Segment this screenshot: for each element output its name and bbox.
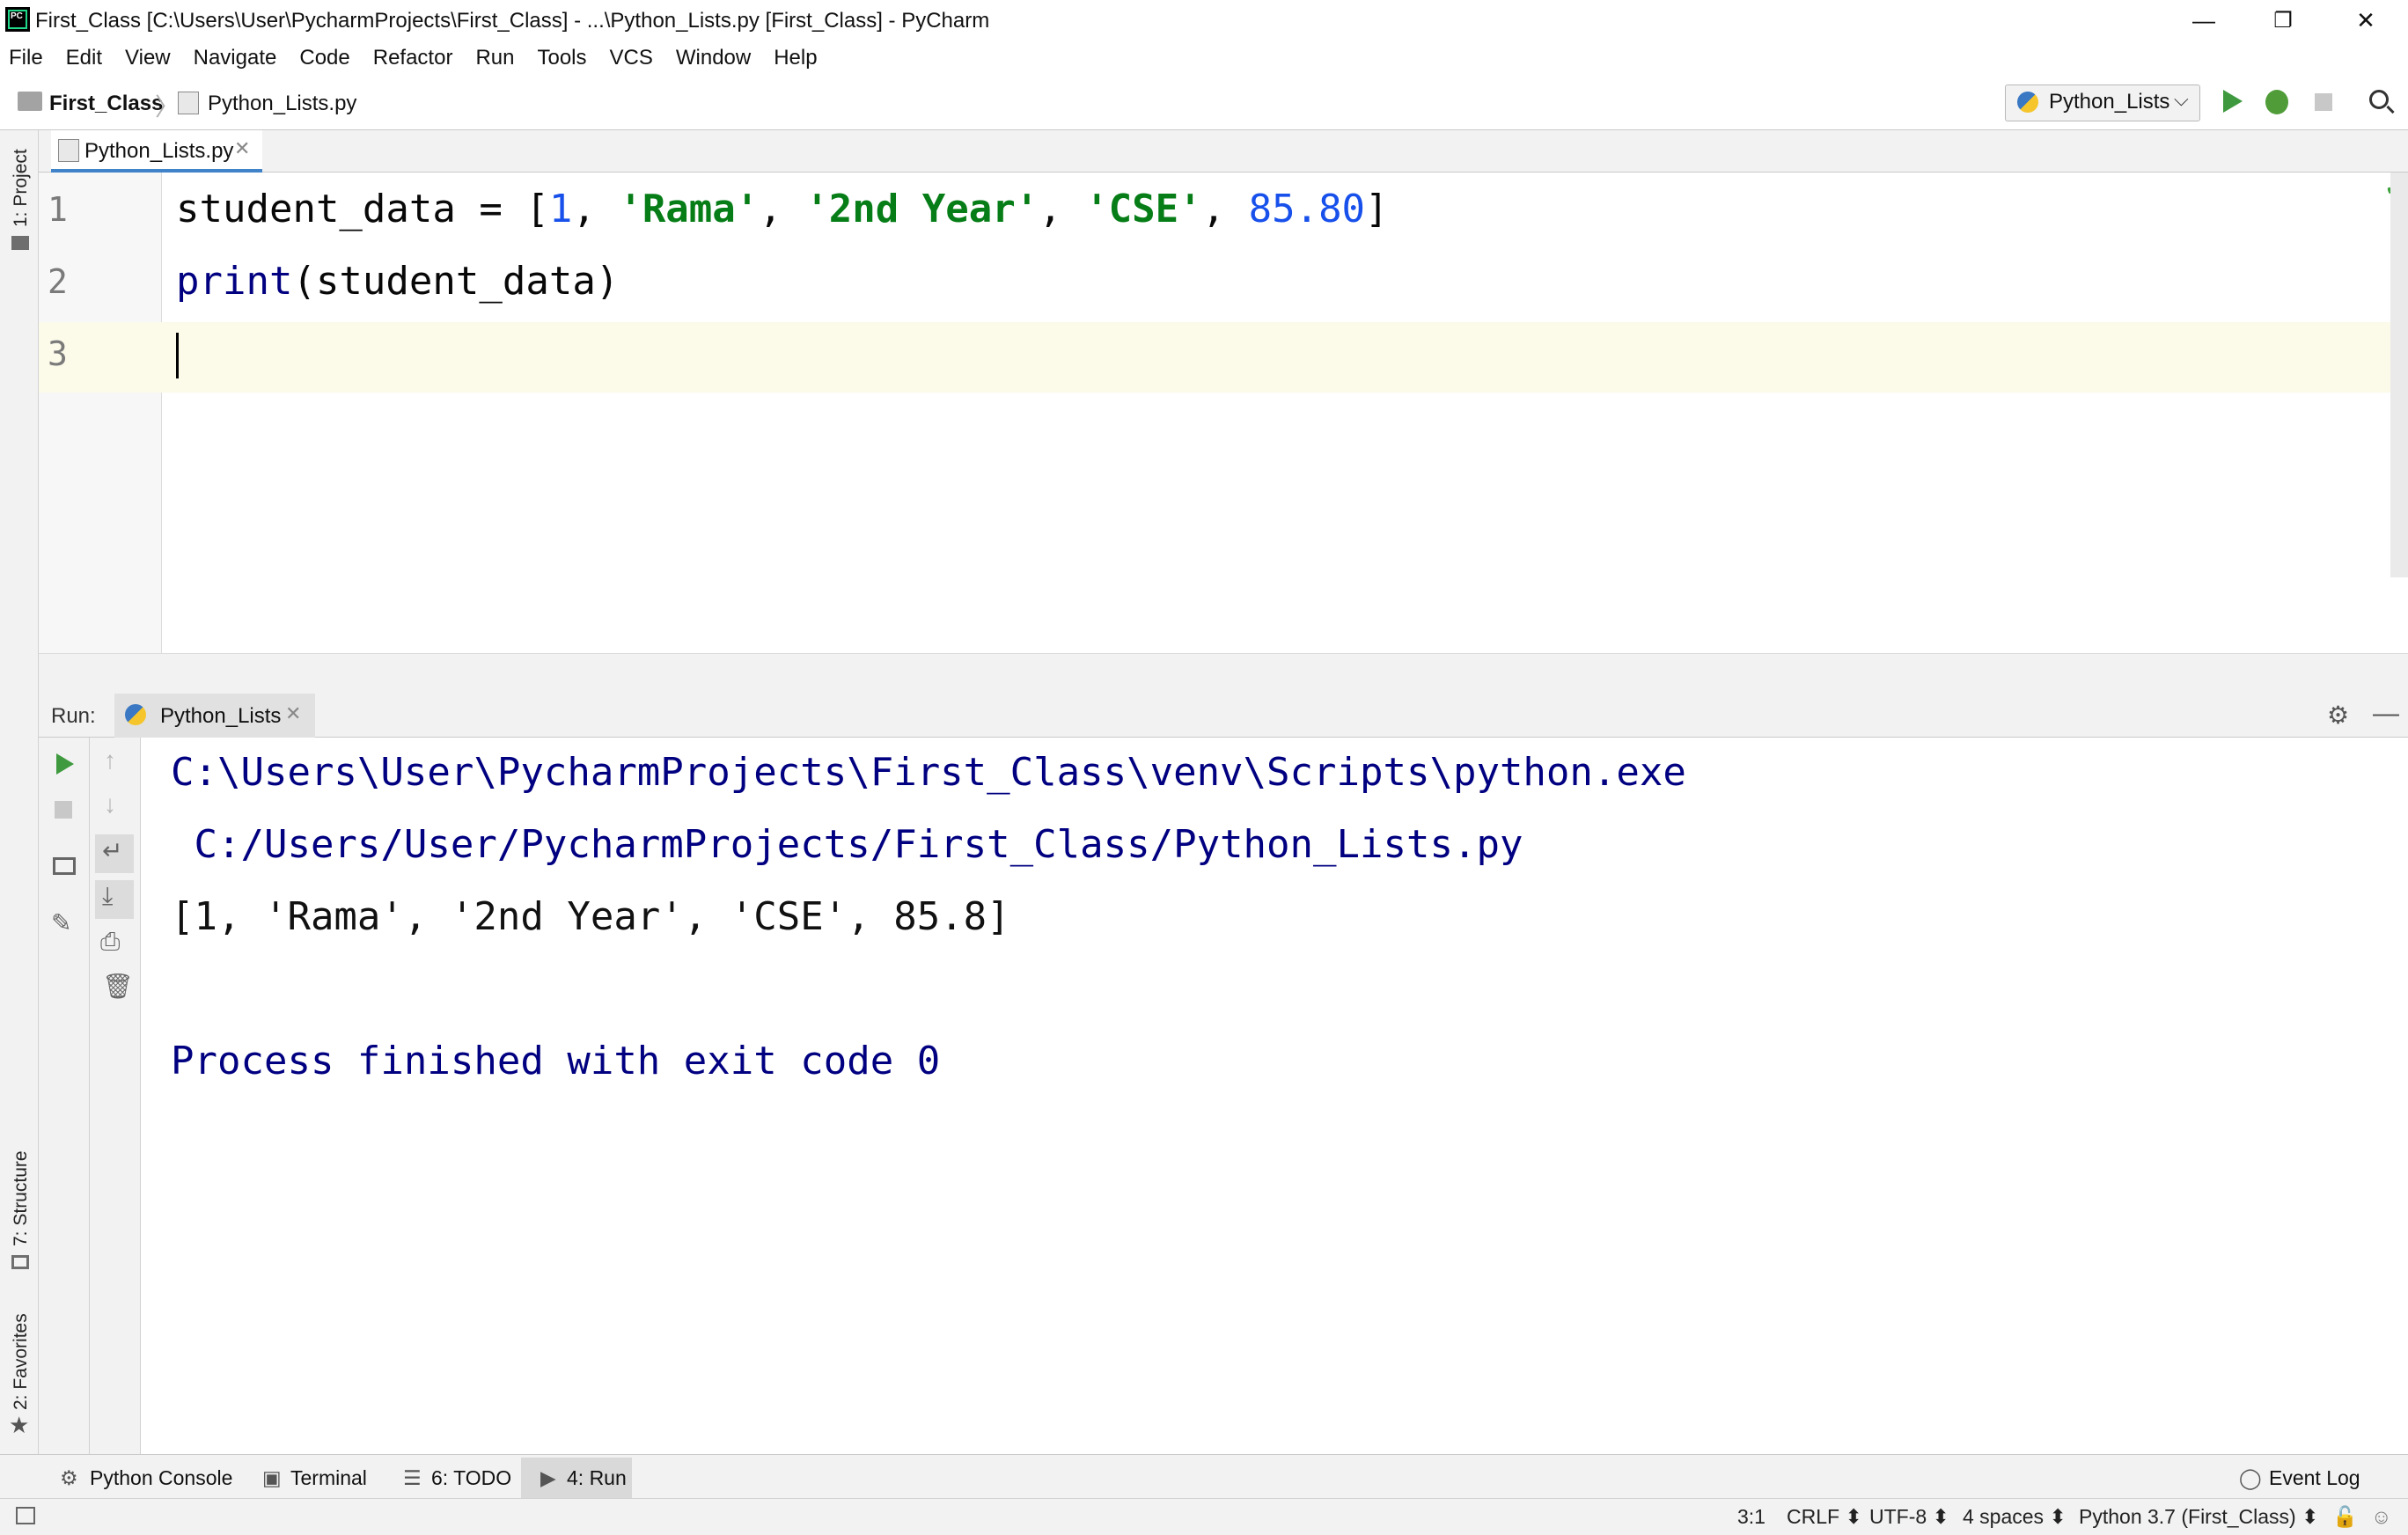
menu-bar: File Edit View Navigate Code Refactor Ru… xyxy=(0,40,2408,76)
scroll-to-end-toggle[interactable] xyxy=(95,880,134,919)
line-number-gutter xyxy=(39,173,162,653)
favorites-tool-button[interactable]: 2: Favorites xyxy=(11,1313,32,1410)
minimize-button[interactable]: — xyxy=(2162,0,2246,40)
structure-tool-button[interactable]: 7: Structure xyxy=(11,1150,32,1246)
terminal-icon: ▣ xyxy=(262,1466,282,1489)
run-icon[interactable] xyxy=(2223,90,2243,113)
pycharm-logo-icon: PC xyxy=(5,7,30,32)
menu-navigate[interactable]: Navigate xyxy=(194,46,277,70)
star-icon: ★ xyxy=(9,1412,30,1438)
toggle-tool-windows-icon[interactable] xyxy=(16,1507,35,1524)
todo-icon: ☰ xyxy=(403,1466,422,1489)
run-tab-label: Python_Lists xyxy=(160,704,282,728)
menu-refactor[interactable]: Refactor xyxy=(373,46,453,70)
run-tool-icon: ▶ xyxy=(540,1466,556,1489)
line-number: 1 xyxy=(48,190,68,229)
current-line-highlight xyxy=(39,322,2390,393)
event-log-icon: ◯ xyxy=(2239,1466,2262,1489)
caret-position[interactable]: 3:1 xyxy=(1737,1505,1766,1529)
soft-wrap-icon: ↵ xyxy=(102,837,123,864)
debug-icon[interactable] xyxy=(2265,90,2288,114)
terminal-button[interactable]: Terminal xyxy=(290,1466,367,1490)
text-caret xyxy=(176,333,179,378)
chevron-down-icon: ⌵ xyxy=(2174,88,2189,110)
breadcrumb-separator: 〉 xyxy=(155,93,180,121)
indentation[interactable]: 4 spaces ⬍ xyxy=(1963,1505,2067,1529)
minimize-panel-icon[interactable]: — xyxy=(2373,699,2399,729)
menu-code[interactable]: Code xyxy=(299,46,349,70)
python-icon xyxy=(125,704,146,725)
menu-help[interactable]: Help xyxy=(774,46,817,70)
code-line-2: print(student_data) xyxy=(176,259,620,304)
arrow-up-icon[interactable]: ↑ xyxy=(104,746,116,775)
console-line: C:\Users\User\PycharmProjects\First_Clas… xyxy=(171,750,1686,795)
trash-icon[interactable]: 🗑 xyxy=(102,972,134,1001)
python-icon xyxy=(2017,92,2038,113)
menu-edit[interactable]: Edit xyxy=(66,46,102,70)
python-console-button[interactable]: Python Console xyxy=(90,1466,232,1490)
python-file-icon xyxy=(58,139,79,162)
python-file-icon xyxy=(178,92,199,114)
stop-icon[interactable] xyxy=(55,801,72,819)
search-icon[interactable] xyxy=(2369,90,2389,109)
scroll-to-end-icon: ⤓ xyxy=(102,882,114,909)
run-panel-label: Run: xyxy=(51,704,96,728)
code-editor[interactable] xyxy=(162,173,2408,653)
menu-view[interactable]: View xyxy=(125,46,171,70)
run-configuration-label: Python_Lists xyxy=(2049,90,2170,114)
inspector-icon[interactable]: ☺ xyxy=(2371,1505,2391,1529)
splitter[interactable] xyxy=(39,653,2408,692)
menu-vcs[interactable]: VCS xyxy=(610,46,653,70)
python-console-icon: ⚙ xyxy=(60,1466,78,1489)
structure-icon xyxy=(11,1255,29,1269)
console-line: C:/Users/User/PycharmProjects/First_Clas… xyxy=(171,822,1523,867)
console-line: Process finished with exit code 0 xyxy=(171,1039,941,1083)
project-folder-icon xyxy=(11,236,29,250)
line-number: 3 xyxy=(48,334,68,373)
menu-file[interactable]: File xyxy=(9,46,43,70)
line-number: 2 xyxy=(48,262,68,301)
file-encoding[interactable]: UTF-8 ⬍ xyxy=(1869,1505,1949,1529)
breadcrumb-project[interactable]: First_Class xyxy=(49,92,163,116)
todo-button[interactable]: 6: TODO xyxy=(431,1466,511,1490)
console-line: [1, 'Rama', '2nd Year', 'CSE', 85.8] xyxy=(171,894,1010,939)
python-interpreter[interactable]: Python 3.7 (First_Class) ⬍ xyxy=(2079,1505,2318,1529)
window-title: First_Class [C:\Users\User\PycharmProjec… xyxy=(35,9,990,33)
editor-tab-label: Python_Lists.py xyxy=(84,139,234,163)
run-panel-header xyxy=(39,692,2408,738)
menu-run[interactable]: Run xyxy=(475,46,514,70)
close-button[interactable]: ✕ xyxy=(2324,0,2408,40)
arrow-down-icon[interactable]: ↓ xyxy=(104,790,116,819)
close-run-tab-icon[interactable]: ✕ xyxy=(285,702,301,725)
restore-button[interactable]: ❐ xyxy=(2241,0,2325,40)
editor-scrollbar[interactable] xyxy=(2390,173,2408,577)
print-icon[interactable]: ⎙ xyxy=(100,928,120,957)
run-toolbar-primary xyxy=(39,738,90,1454)
stop-icon[interactable] xyxy=(2315,93,2332,111)
layout-icon[interactable] xyxy=(53,857,76,875)
project-tool-button[interactable]: 1: Project xyxy=(11,149,32,227)
line-separator[interactable]: CRLF ⬍ xyxy=(1787,1505,1862,1529)
close-tab-icon[interactable]: ✕ xyxy=(234,137,250,160)
title-bar: PC First_Class [C:\Users\User\PycharmPro… xyxy=(0,0,2408,40)
rerun-icon[interactable] xyxy=(56,753,74,775)
lock-icon[interactable]: 🔓 xyxy=(2332,1505,2358,1529)
pin-icon[interactable]: ✎ xyxy=(51,908,71,937)
menu-tools[interactable]: Tools xyxy=(537,46,586,70)
gear-icon[interactable]: ⚙ xyxy=(2327,701,2349,730)
menu-window[interactable]: Window xyxy=(676,46,751,70)
folder-icon xyxy=(18,92,42,111)
code-line-1: student_data = [1, 'Rama', '2nd Year', '… xyxy=(176,187,1389,231)
editor-tab-bar xyxy=(39,130,2408,173)
run-tool-button[interactable]: 4: Run xyxy=(567,1466,627,1490)
breadcrumb-file[interactable]: Python_Lists.py xyxy=(208,92,356,116)
event-log-button[interactable]: Event Log xyxy=(2269,1466,2360,1490)
